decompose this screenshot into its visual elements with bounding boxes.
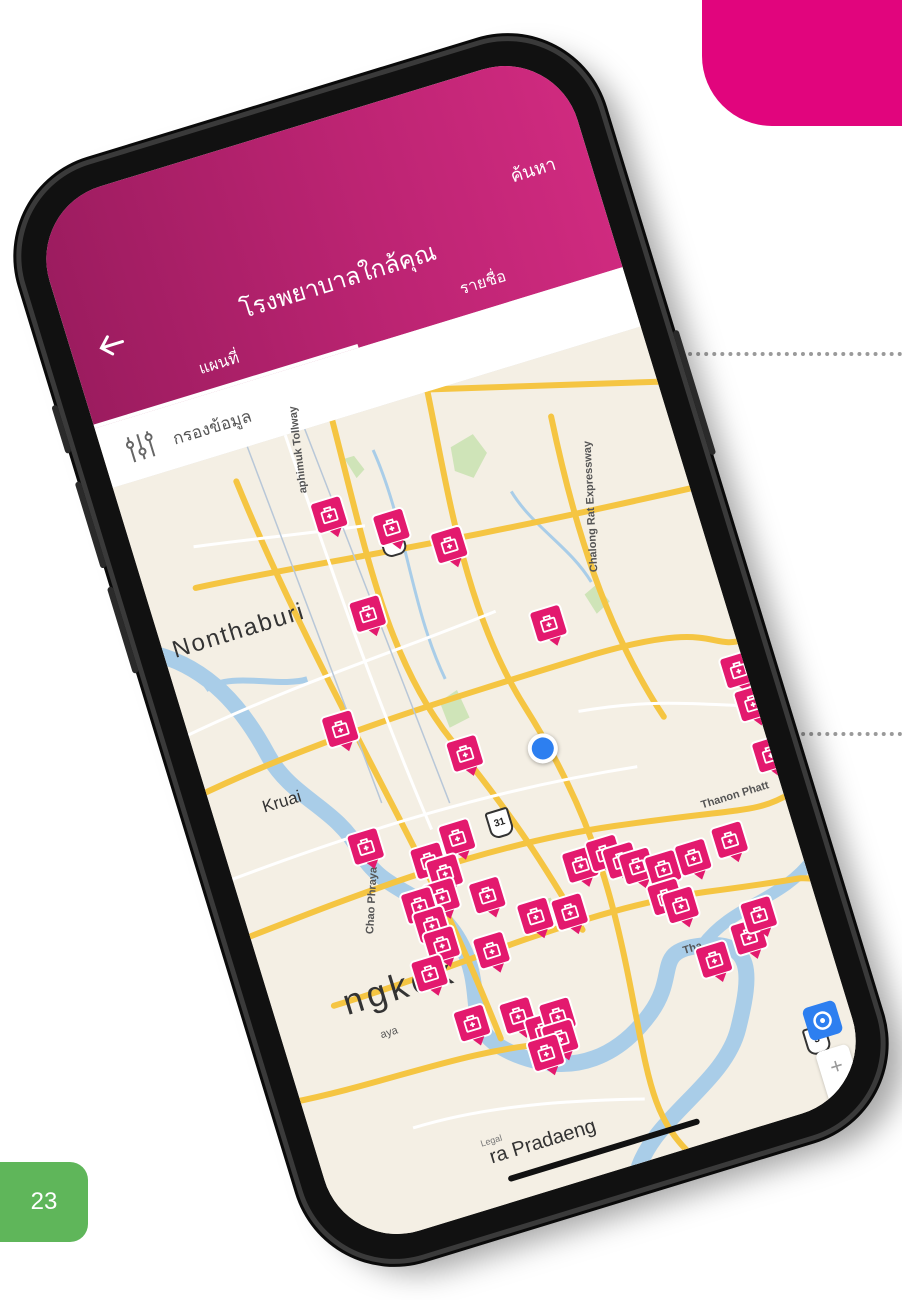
hospital-icon	[729, 661, 748, 680]
hospital-icon	[357, 837, 376, 856]
hospital-icon	[744, 694, 763, 713]
hospital-icon	[463, 1014, 482, 1033]
hospital-icon	[684, 848, 703, 867]
hospital-icon	[320, 506, 339, 525]
phone-volume-up	[74, 480, 107, 569]
phone-power-button	[672, 329, 717, 456]
hospital-icon	[721, 831, 740, 850]
hospital-icon	[331, 720, 350, 739]
hospital-icon	[561, 903, 580, 922]
hospital-icon	[421, 964, 440, 983]
hospital-icon	[761, 745, 780, 764]
hospital-icon	[440, 536, 459, 555]
page-number-badge: 23	[0, 1162, 88, 1242]
decorative-pink-shape	[702, 0, 902, 126]
phone-frame: โรงพยาบาลใกล้คุณ ค้นหา แผนที่ รายชื่อ กร…	[0, 17, 902, 1283]
search-button[interactable]: ค้นหา	[507, 149, 560, 190]
filter-label: กรองข้อมูล	[170, 406, 254, 449]
dotted-connector-middle	[785, 732, 902, 736]
hospital-icon	[478, 886, 497, 905]
hospital-icon	[483, 941, 501, 960]
hospital-icon	[705, 950, 724, 970]
hospital-icon	[539, 614, 558, 633]
hospital-icon	[456, 744, 475, 763]
hospital-icon	[382, 518, 401, 537]
app-screen: โรงพยาบาลใกล้คุณ ค้นหา แผนที่ รายชื่อ กร…	[27, 47, 875, 1253]
hospital-icon	[359, 605, 378, 624]
dotted-connector-top	[680, 352, 902, 356]
sliders-icon	[126, 431, 156, 463]
phone-volume-down	[106, 586, 139, 674]
hospital-icon	[750, 905, 769, 924]
hospital-icon	[672, 896, 690, 915]
hospital-icon	[526, 907, 545, 926]
hospital-icon	[537, 1044, 556, 1063]
hospital-icon	[448, 828, 467, 847]
phone-side-button	[51, 404, 72, 455]
map-view[interactable]: Nonthaburi Kruai ngkok ra Pradaeng Legal…	[112, 326, 875, 1253]
